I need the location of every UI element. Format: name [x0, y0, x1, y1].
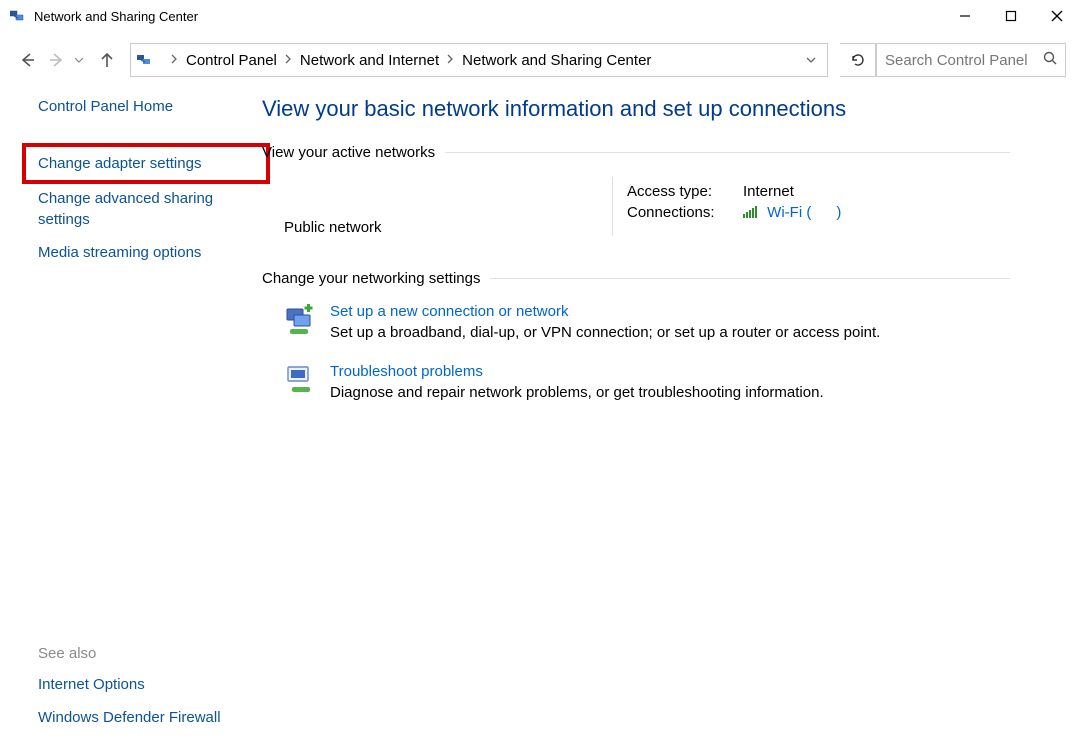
active-network-panel: Public network Access type: Internet Con…: [262, 177, 1010, 236]
troubleshoot-icon: [284, 363, 318, 397]
app-icon: [10, 7, 28, 25]
connections-label: Connections:: [627, 204, 743, 222]
access-type-label: Access type:: [627, 183, 743, 200]
history-dropdown[interactable]: [74, 55, 84, 65]
sidebar: Control Panel Home Change adapter settin…: [0, 96, 262, 423]
active-networks-header-text: View your active networks: [262, 144, 435, 161]
chevron-right-icon: [285, 54, 292, 67]
see-also-defender-firewall[interactable]: Windows Defender Firewall: [38, 707, 221, 728]
refresh-button[interactable]: [840, 43, 876, 77]
search-icon: [1043, 51, 1057, 69]
setting-troubleshoot[interactable]: Troubleshoot problems Diagnose and repai…: [262, 363, 1010, 401]
setup-connection-icon: [284, 303, 318, 337]
access-type-value: Internet: [743, 183, 794, 200]
main-content: View your basic network information and …: [262, 96, 1080, 423]
address-bar[interactable]: Control Panel Network and Internet Netwo…: [130, 43, 828, 77]
chevron-right-icon: [447, 54, 454, 67]
connections-value[interactable]: Wi-Fi ( ): [743, 204, 841, 222]
breadcrumb-network-sharing[interactable]: Network and Sharing Center: [462, 52, 651, 69]
search-placeholder: Search Control Panel: [885, 52, 1028, 69]
sidebar-media-streaming[interactable]: Media streaming options: [38, 242, 250, 263]
setting-troubleshoot-title: Troubleshoot problems: [330, 363, 824, 380]
up-button[interactable]: [94, 47, 120, 73]
connection-name-suffix: ): [836, 204, 841, 221]
see-also-label: See also: [38, 645, 221, 662]
minimize-button[interactable]: [942, 0, 988, 32]
page-title: View your basic network information and …: [262, 96, 1010, 122]
chevron-right-icon: [171, 54, 178, 67]
setting-setup-connection-title: Set up a new connection or network: [330, 303, 880, 320]
window-title: Network and Sharing Center: [34, 9, 198, 24]
sidebar-change-adapter[interactable]: Change adapter settings: [22, 143, 270, 184]
sidebar-change-advanced-sharing[interactable]: Change advanced sharing settings: [38, 188, 250, 230]
maximize-button[interactable]: [988, 0, 1034, 32]
search-input[interactable]: Search Control Panel: [876, 43, 1066, 77]
setting-setup-connection[interactable]: Set up a new connection or network Set u…: [262, 303, 1010, 341]
back-button[interactable]: [14, 47, 40, 73]
close-button[interactable]: [1034, 0, 1080, 32]
nav-row: Control Panel Network and Internet Netwo…: [0, 42, 1080, 78]
networking-settings-header: Change your networking settings: [262, 270, 1010, 287]
address-icon: [137, 51, 155, 69]
setting-troubleshoot-desc: Diagnose and repair network problems, or…: [330, 384, 824, 401]
networking-settings-header-text: Change your networking settings: [262, 270, 480, 287]
breadcrumb-network-internet[interactable]: Network and Internet: [300, 52, 439, 69]
network-category: Public network: [284, 219, 612, 236]
forward-button[interactable]: [44, 47, 70, 73]
connection-name-prefix: Wi-Fi (: [767, 204, 811, 221]
titlebar: Network and Sharing Center: [0, 0, 1080, 32]
sidebar-home[interactable]: Control Panel Home: [38, 96, 250, 117]
breadcrumb-control-panel[interactable]: Control Panel: [186, 52, 277, 69]
see-also-internet-options[interactable]: Internet Options: [38, 674, 221, 695]
setting-setup-connection-desc: Set up a broadband, dial-up, or VPN conn…: [330, 324, 880, 341]
active-networks-header: View your active networks: [262, 144, 1010, 161]
address-dropdown[interactable]: [801, 54, 821, 66]
wifi-signal-icon: [743, 205, 759, 222]
